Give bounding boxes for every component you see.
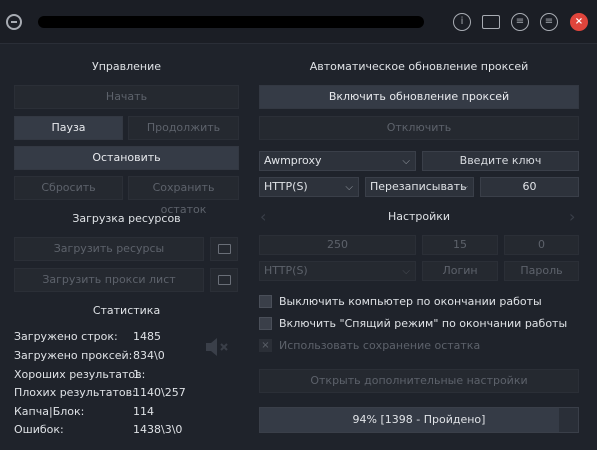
stat-label: Загружено строк:	[14, 330, 118, 343]
stat-label: Ошибок:	[14, 423, 64, 436]
save-remainder-checkbox-label: Использовать сохранение остатка	[279, 339, 481, 352]
progress-text: 94% [1398 - Пройдено]	[352, 413, 486, 426]
proxy-protocol-value: HTTP(S)	[264, 180, 308, 193]
enable-proxy-update-button[interactable]: Включить обновление проксей	[259, 85, 579, 109]
update-interval-input[interactable]: 60	[480, 177, 579, 197]
proxy-update-title: Автоматическое обновление проксей	[309, 60, 529, 73]
retries-input[interactable]: 0	[504, 235, 579, 255]
stat-label: Капча|Блок:	[14, 405, 85, 418]
chevron-down-icon: ⌵	[345, 182, 353, 193]
shutdown-checkbox-label: Выключить компьютер по окончании работы	[279, 295, 542, 308]
reset-button[interactable]: Сбросить	[14, 176, 123, 200]
settings-title: Настройки	[387, 210, 451, 223]
load-proxy-folder-button[interactable]	[210, 268, 238, 292]
title-bar: i ≡ ≡ ×	[0, 0, 597, 44]
load-resources-button[interactable]: Загрузить ресурсы	[14, 237, 204, 261]
stat-value: 834\0	[133, 349, 165, 362]
folder-icon	[218, 244, 231, 254]
load-resources-folder-button[interactable]	[210, 237, 238, 261]
proxy-provider-select[interactable]: Awmproxy ⌵	[259, 151, 416, 171]
chevron-down-icon: ⌵	[402, 156, 410, 167]
open-advanced-settings-button[interactable]: Открыть дополнительные настройки	[259, 369, 579, 393]
save-remainder-checkbox[interactable]: ×	[259, 339, 272, 352]
stat-value: 1485	[133, 330, 161, 343]
folder-icon[interactable]	[482, 15, 500, 29]
redacted-title	[38, 16, 424, 28]
chevron-down-icon: ⌵	[460, 182, 468, 193]
list-icon[interactable]: ≡	[511, 13, 529, 31]
stat-value: 114	[133, 405, 154, 418]
load-proxy-list-button[interactable]: Загрузить прокси лист	[14, 268, 204, 292]
mute-speaker-icon[interactable]	[204, 336, 230, 358]
settings-protocol-value: HTTP(S)	[264, 264, 308, 277]
resources-title: Загрузка ресурсов	[72, 212, 181, 225]
start-button[interactable]: Начать	[14, 85, 239, 109]
save-remainder-button[interactable]: Сохранить остаток	[128, 176, 239, 216]
info-icon[interactable]: i	[453, 13, 471, 31]
update-mode-value: Перезаписывать	[370, 180, 467, 193]
pause-button[interactable]: Пауза	[14, 116, 123, 140]
stat-value: 1140\257	[133, 386, 186, 399]
disable-proxy-update-button[interactable]: Отключить	[259, 116, 579, 140]
stat-label: Загружено проксей:	[14, 349, 133, 362]
chevron-down-icon: ⌵	[402, 266, 410, 277]
password-input[interactable]: Пароль	[504, 261, 579, 281]
stat-label: Хороших результатов:	[14, 368, 146, 381]
app-logo-icon	[6, 14, 22, 30]
sleep-checkbox[interactable]	[259, 317, 272, 330]
progress-bar: 94% [1398 - Пройдено]	[259, 407, 579, 433]
next-settings-arrow-icon[interactable]: ›	[569, 207, 575, 226]
control-title: Управление	[91, 60, 161, 73]
stats-title: Статистика	[92, 304, 161, 317]
proxy-protocol-select[interactable]: HTTP(S) ⌵	[259, 177, 359, 197]
menu-icon[interactable]: ≡	[540, 13, 558, 31]
update-mode-select[interactable]: Перезаписывать ⌵	[365, 177, 474, 197]
login-input[interactable]: Логин	[422, 261, 498, 281]
close-icon[interactable]: ×	[570, 13, 588, 31]
timeout-input[interactable]: 15	[422, 235, 498, 255]
folder-icon	[218, 275, 231, 285]
threads-input[interactable]: 250	[259, 235, 416, 255]
proxy-provider-value: Awmproxy	[264, 154, 322, 167]
sleep-checkbox-label: Включить "Спящий режим" по окончании раб…	[279, 317, 568, 330]
api-key-input[interactable]: Введите ключ	[422, 151, 579, 171]
resume-button[interactable]: Продолжить	[128, 116, 239, 140]
stat-value: 1	[133, 368, 140, 381]
stat-value: 1438\3\0	[133, 423, 183, 436]
shutdown-checkbox[interactable]	[259, 295, 272, 308]
stop-button[interactable]: Остановить	[14, 146, 239, 170]
stat-label: Плохих результатов:	[14, 386, 136, 399]
settings-protocol-select[interactable]: HTTP(S) ⌵	[259, 261, 416, 281]
